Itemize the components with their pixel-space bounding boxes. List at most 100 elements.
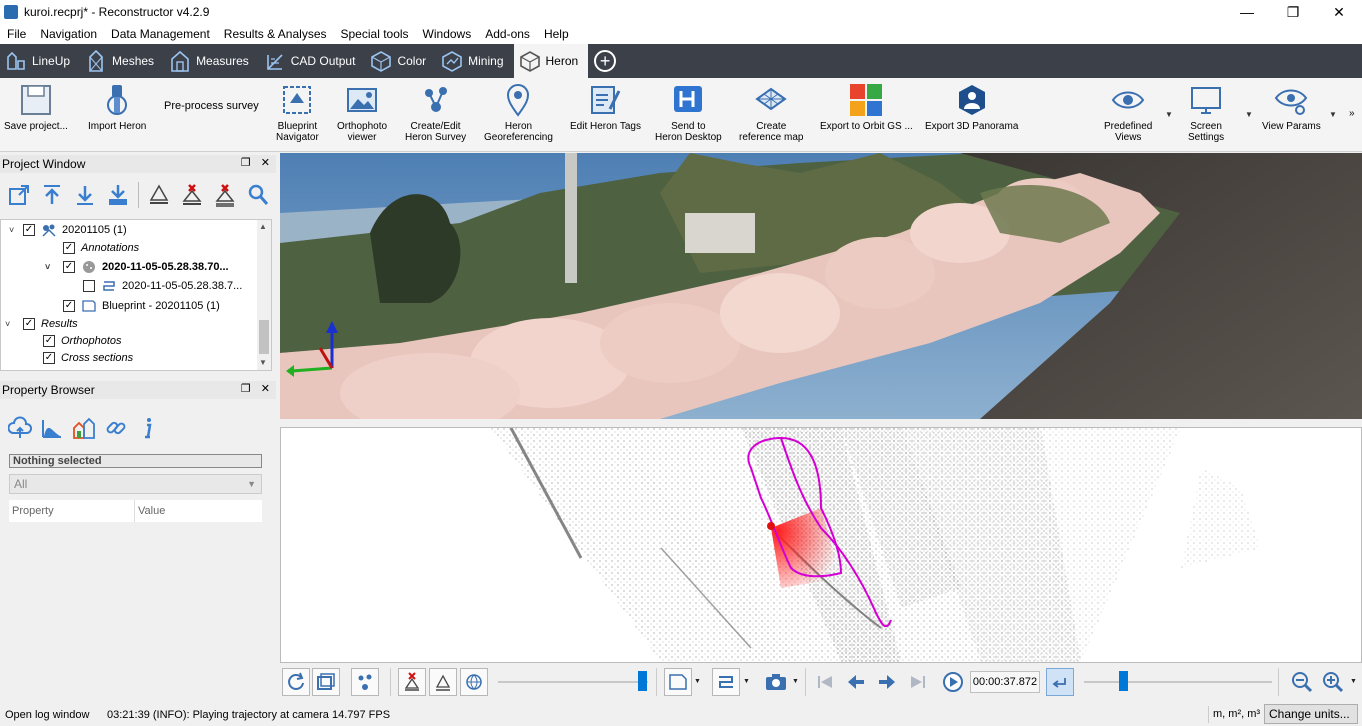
close-panel-icon[interactable]: ✕ [261,382,270,395]
change-units-button[interactable]: Change units... [1264,704,1358,724]
snapshot-button[interactable] [762,668,790,696]
tree-item-blueprint[interactable]: ✓ Blueprint - 20201105 (1) [63,297,220,315]
checkbox-checked[interactable]: ✓ [63,261,75,273]
predefined-views-dropdown-arrow[interactable]: ▼ [1165,110,1173,119]
upload-icon[interactable] [37,180,67,210]
download-all-icon[interactable] [103,180,133,210]
tree-item-scan-group[interactable]: ˅ ✓ 2020-11-05-05.28.38.70... [45,258,229,276]
create-reference-map-button[interactable]: Create reference map [739,82,803,143]
chevron-down-icon[interactable]: ˅ [5,319,15,329]
create-edit-survey-button[interactable]: Create/Edit Heron Survey [405,82,466,143]
chevron-down-icon[interactable]: ▼ [247,475,256,493]
chevron-down-icon[interactable]: ˅ [45,262,55,272]
export-3d-panorama-button[interactable]: Export 3D Panorama [925,82,1018,132]
ribbon-overflow-button[interactable]: » [1349,108,1355,119]
edit-heron-tags-button[interactable]: Edit Heron Tags [570,82,641,132]
download-icon[interactable] [70,180,100,210]
blueprint-navigator-button[interactable]: Blueprint Navigator [276,82,319,143]
previous-frame-button[interactable] [842,668,870,696]
view-params-dropdown-arrow[interactable]: ▼ [1329,110,1337,119]
chevron-down-icon[interactable]: ▼ [743,678,750,685]
link-icon[interactable] [104,416,128,440]
georeferencing-button[interactable]: Heron Georeferencing [484,82,553,143]
globe-button[interactable] [460,668,488,696]
checkbox-checked[interactable]: ✓ [43,335,55,347]
cloud-upload-icon[interactable] [8,416,32,440]
checkbox-unchecked[interactable] [83,280,95,292]
remove-all-scans-icon[interactable] [210,180,240,210]
close-panel-icon[interactable]: ✕ [261,156,270,169]
tree-item-annotations[interactable]: ✓ Annotations [63,239,139,257]
menu-navigation[interactable]: Navigation [33,27,104,41]
screen-settings-dropdown-arrow[interactable]: ▼ [1245,110,1253,119]
opacity-slider-track[interactable] [498,681,648,683]
scrollbar-thumb[interactable] [259,320,269,354]
send-to-heron-desktop-button[interactable]: Send to Heron Desktop [655,82,722,143]
survey-view-button[interactable] [351,668,379,696]
histogram-icon[interactable] [40,416,64,440]
scroll-up-icon[interactable]: ▲ [259,222,267,231]
minimize-button[interactable]: — [1224,0,1270,24]
tab-measures[interactable]: Measures [164,44,259,78]
export-icon[interactable] [4,180,34,210]
preprocess-survey-button[interactable]: Pre-process survey [164,100,259,112]
info-icon[interactable] [136,416,160,440]
last-frame-button[interactable] [904,668,932,696]
checkbox-checked[interactable]: ✓ [63,242,75,254]
menu-data-management[interactable]: Data Management [104,27,217,41]
opacity-slider-thumb[interactable] [638,671,647,691]
checkbox-checked[interactable]: ✓ [43,352,55,364]
checkbox-checked[interactable]: ✓ [23,224,35,236]
scanner-stack-icon[interactable] [144,180,174,210]
tab-meshes[interactable]: Meshes [80,44,164,78]
predefined-views-button[interactable]: Predefined Views [1104,82,1152,143]
tab-color[interactable]: Color [365,44,436,78]
menu-help[interactable]: Help [537,27,576,41]
speed-slider-track[interactable] [1084,681,1272,683]
tab-mining[interactable]: Mining [436,44,513,78]
chevron-down-icon[interactable]: ▼ [792,678,799,685]
export-to-orbit-button[interactable]: Export to Orbit GS ... [820,82,913,132]
save-project-button[interactable]: Save project... [4,82,68,132]
zoom-in-button[interactable] [1319,668,1347,696]
panorama-view[interactable] [280,153,1362,419]
reset-view-button[interactable] [282,668,310,696]
first-frame-button[interactable] [811,668,839,696]
loop-toggle-button[interactable] [1046,668,1074,696]
zoom-out-button[interactable] [1288,668,1316,696]
next-frame-button[interactable] [873,668,901,696]
tree-scrollbar[interactable]: ▲ ▼ [257,220,271,370]
checkbox-checked[interactable]: ✓ [23,318,35,330]
point-cloud-view[interactable] [280,427,1362,663]
orthophoto-viewer-button[interactable]: Orthophoto viewer [337,82,387,143]
play-button[interactable] [939,668,967,696]
remove-scan-icon[interactable] [177,180,207,210]
split-view-button[interactable] [312,668,340,696]
checkbox-checked[interactable]: ✓ [63,300,75,312]
tree-item-orthophotos[interactable]: ✓ Orthophotos [43,332,122,350]
chevron-down-icon[interactable]: ▼ [1350,678,1357,685]
remove-scan-button[interactable] [398,668,426,696]
menu-windows[interactable]: Windows [416,27,479,41]
property-filter-select[interactable]: All ▼ [9,474,262,494]
tree-item-20201105[interactable]: ˅ ✓ 20201105 (1) [9,221,127,239]
speed-slider-thumb[interactable] [1119,671,1128,691]
tab-lineup[interactable]: LineUp [0,44,80,78]
close-button[interactable]: ✕ [1316,0,1362,24]
menu-special-tools[interactable]: Special tools [334,27,416,41]
chevron-down-icon[interactable]: ▼ [694,678,701,685]
tab-cad-output[interactable]: CAD Output [259,44,366,78]
search-icon[interactable] [243,180,273,210]
maximize-button[interactable]: ❐ [1270,0,1316,24]
tree-item-trajectory[interactable]: 2020-11-05-05.28.38.7... [83,277,242,295]
tab-heron[interactable]: Heron [513,44,589,78]
scroll-down-icon[interactable]: ▼ [259,358,267,367]
add-tab-button[interactable]: + [588,44,622,78]
menu-add-ons[interactable]: Add-ons [478,27,537,41]
screen-settings-button[interactable]: Screen Settings [1188,82,1224,143]
blueprint-view-button[interactable] [664,668,692,696]
menu-results-analyses[interactable]: Results & Analyses [217,27,334,41]
float-panel-icon[interactable]: ❐ [241,156,251,169]
float-panel-icon[interactable]: ❐ [241,382,251,395]
trajectory-mode-button[interactable] [712,668,740,696]
